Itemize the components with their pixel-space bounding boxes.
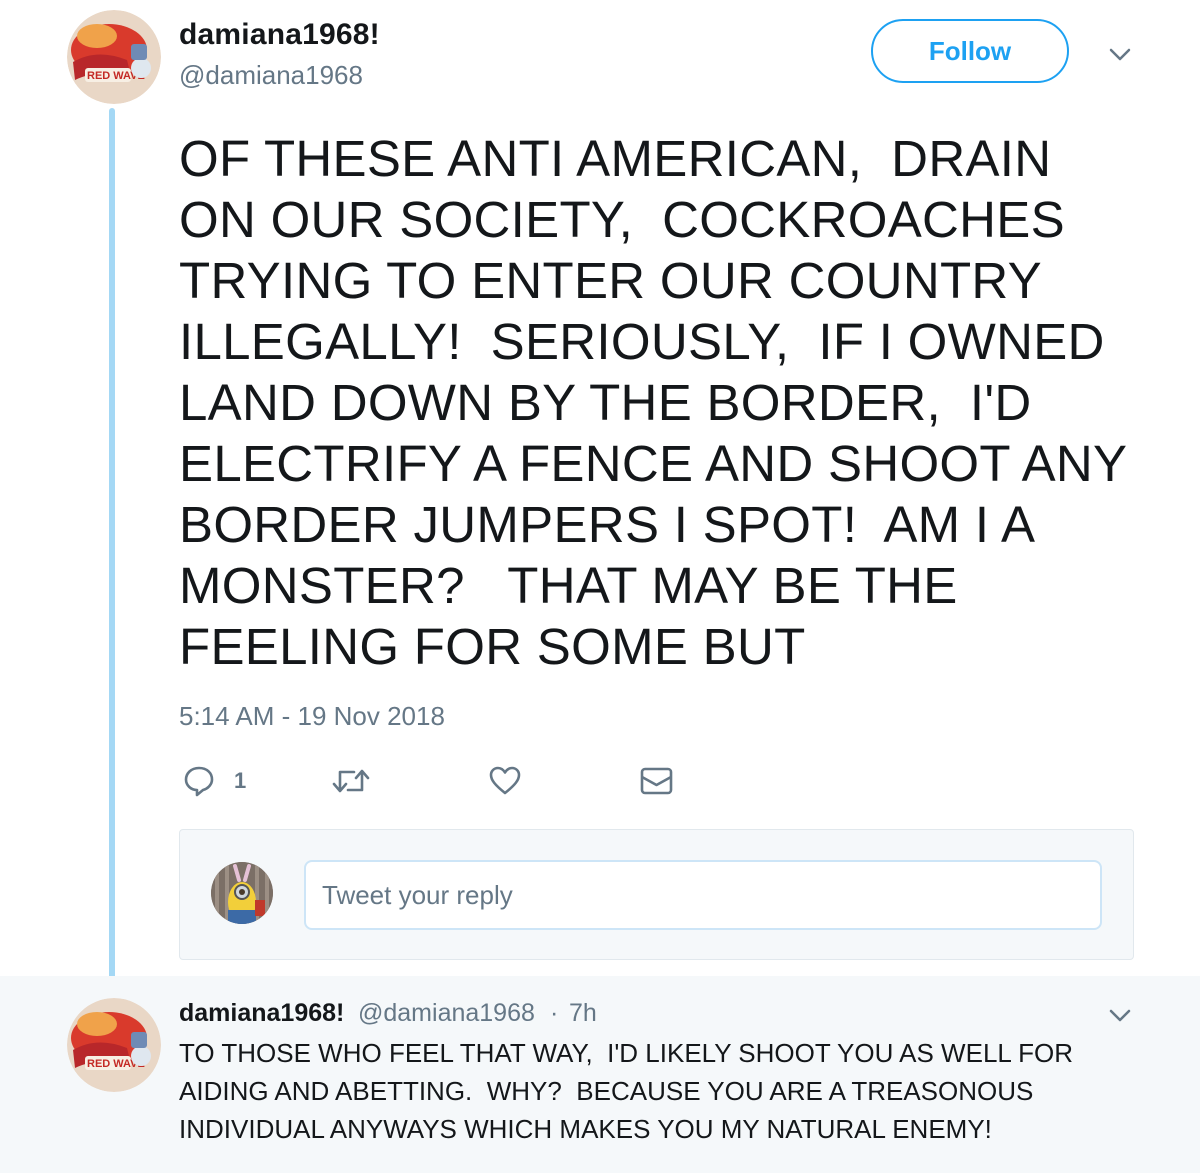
tweet-text-line: MONSTER? THAT MAY BE THE bbox=[179, 557, 958, 614]
reply-author-display-name[interactable]: damiana1968! bbox=[179, 999, 344, 1028]
author-avatar[interactable]: RED WAVE bbox=[67, 10, 161, 104]
reply-text: TO THOSE WHO FEEL THAT WAY, I'D LIKELY S… bbox=[179, 1034, 1179, 1148]
reply-author-avatar[interactable]: RED WAVE bbox=[67, 998, 161, 1092]
tweet-text-line: BORDER JUMPERS I SPOT! AM I A bbox=[179, 496, 1036, 553]
current-user-avatar[interactable] bbox=[211, 862, 273, 924]
author-handle[interactable]: @damiana1968 bbox=[179, 60, 363, 91]
tweet-text-line: TRYING TO ENTER OUR COUNTRY bbox=[179, 252, 1042, 309]
avatar-minion-icon bbox=[211, 862, 273, 924]
tweet-timestamp[interactable]: 5:14 AM - 19 Nov 2018 bbox=[179, 701, 445, 732]
tweet-text-line: ELECTRIFY A FENCE AND SHOOT ANY bbox=[179, 435, 1128, 492]
follow-button[interactable]: Follow bbox=[871, 19, 1069, 83]
heart-icon[interactable] bbox=[489, 766, 521, 796]
avatar-red-wave-icon: RED WAVE bbox=[67, 998, 161, 1092]
tweet-text-line: LAND DOWN BY THE BORDER, I'D bbox=[179, 374, 1032, 431]
tweet-text-line: ILLEGALLY! SERIOUSLY, IF I OWNED bbox=[179, 313, 1105, 370]
chevron-down-icon[interactable] bbox=[1108, 1008, 1132, 1024]
reply-input[interactable]: Tweet your reply bbox=[304, 860, 1102, 930]
reply-text-line: AIDING AND ABETTING. WHY? BECAUSE YOU AR… bbox=[179, 1076, 1034, 1106]
reply-separator: · bbox=[550, 999, 559, 1027]
avatar-red-wave-icon: RED WAVE bbox=[67, 10, 161, 104]
chevron-down-icon[interactable] bbox=[1108, 47, 1132, 63]
reply-author-handle[interactable]: @damiana1968 bbox=[358, 999, 535, 1028]
tweet-text: OF THESE ANTI AMERICAN, DRAIN ON OUR SOC… bbox=[179, 128, 1169, 677]
envelope-icon[interactable] bbox=[640, 767, 673, 795]
reply-count: 1 bbox=[234, 768, 247, 793]
author-display-name[interactable]: damiana1968! bbox=[179, 18, 380, 52]
reply-time[interactable]: 7h bbox=[569, 999, 597, 1028]
tweet-text-line: FEELING FOR SOME BUT bbox=[179, 618, 806, 675]
reply-icon[interactable] bbox=[183, 765, 215, 797]
reply-text-line: INDIVIDUAL ANYWAYS WHICH MAKES YOU MY NA… bbox=[179, 1114, 992, 1144]
reply-text-line: TO THOSE WHO FEEL THAT WAY, I'D LIKELY S… bbox=[179, 1038, 1074, 1068]
retweet-icon[interactable] bbox=[332, 766, 370, 796]
reply-input-placeholder: Tweet your reply bbox=[322, 879, 513, 910]
thread-line bbox=[109, 108, 115, 996]
tweet-text-line: ON OUR SOCIETY, COCKROACHES bbox=[179, 191, 1065, 248]
tweet-text-line: OF THESE ANTI AMERICAN, DRAIN bbox=[179, 130, 1052, 187]
